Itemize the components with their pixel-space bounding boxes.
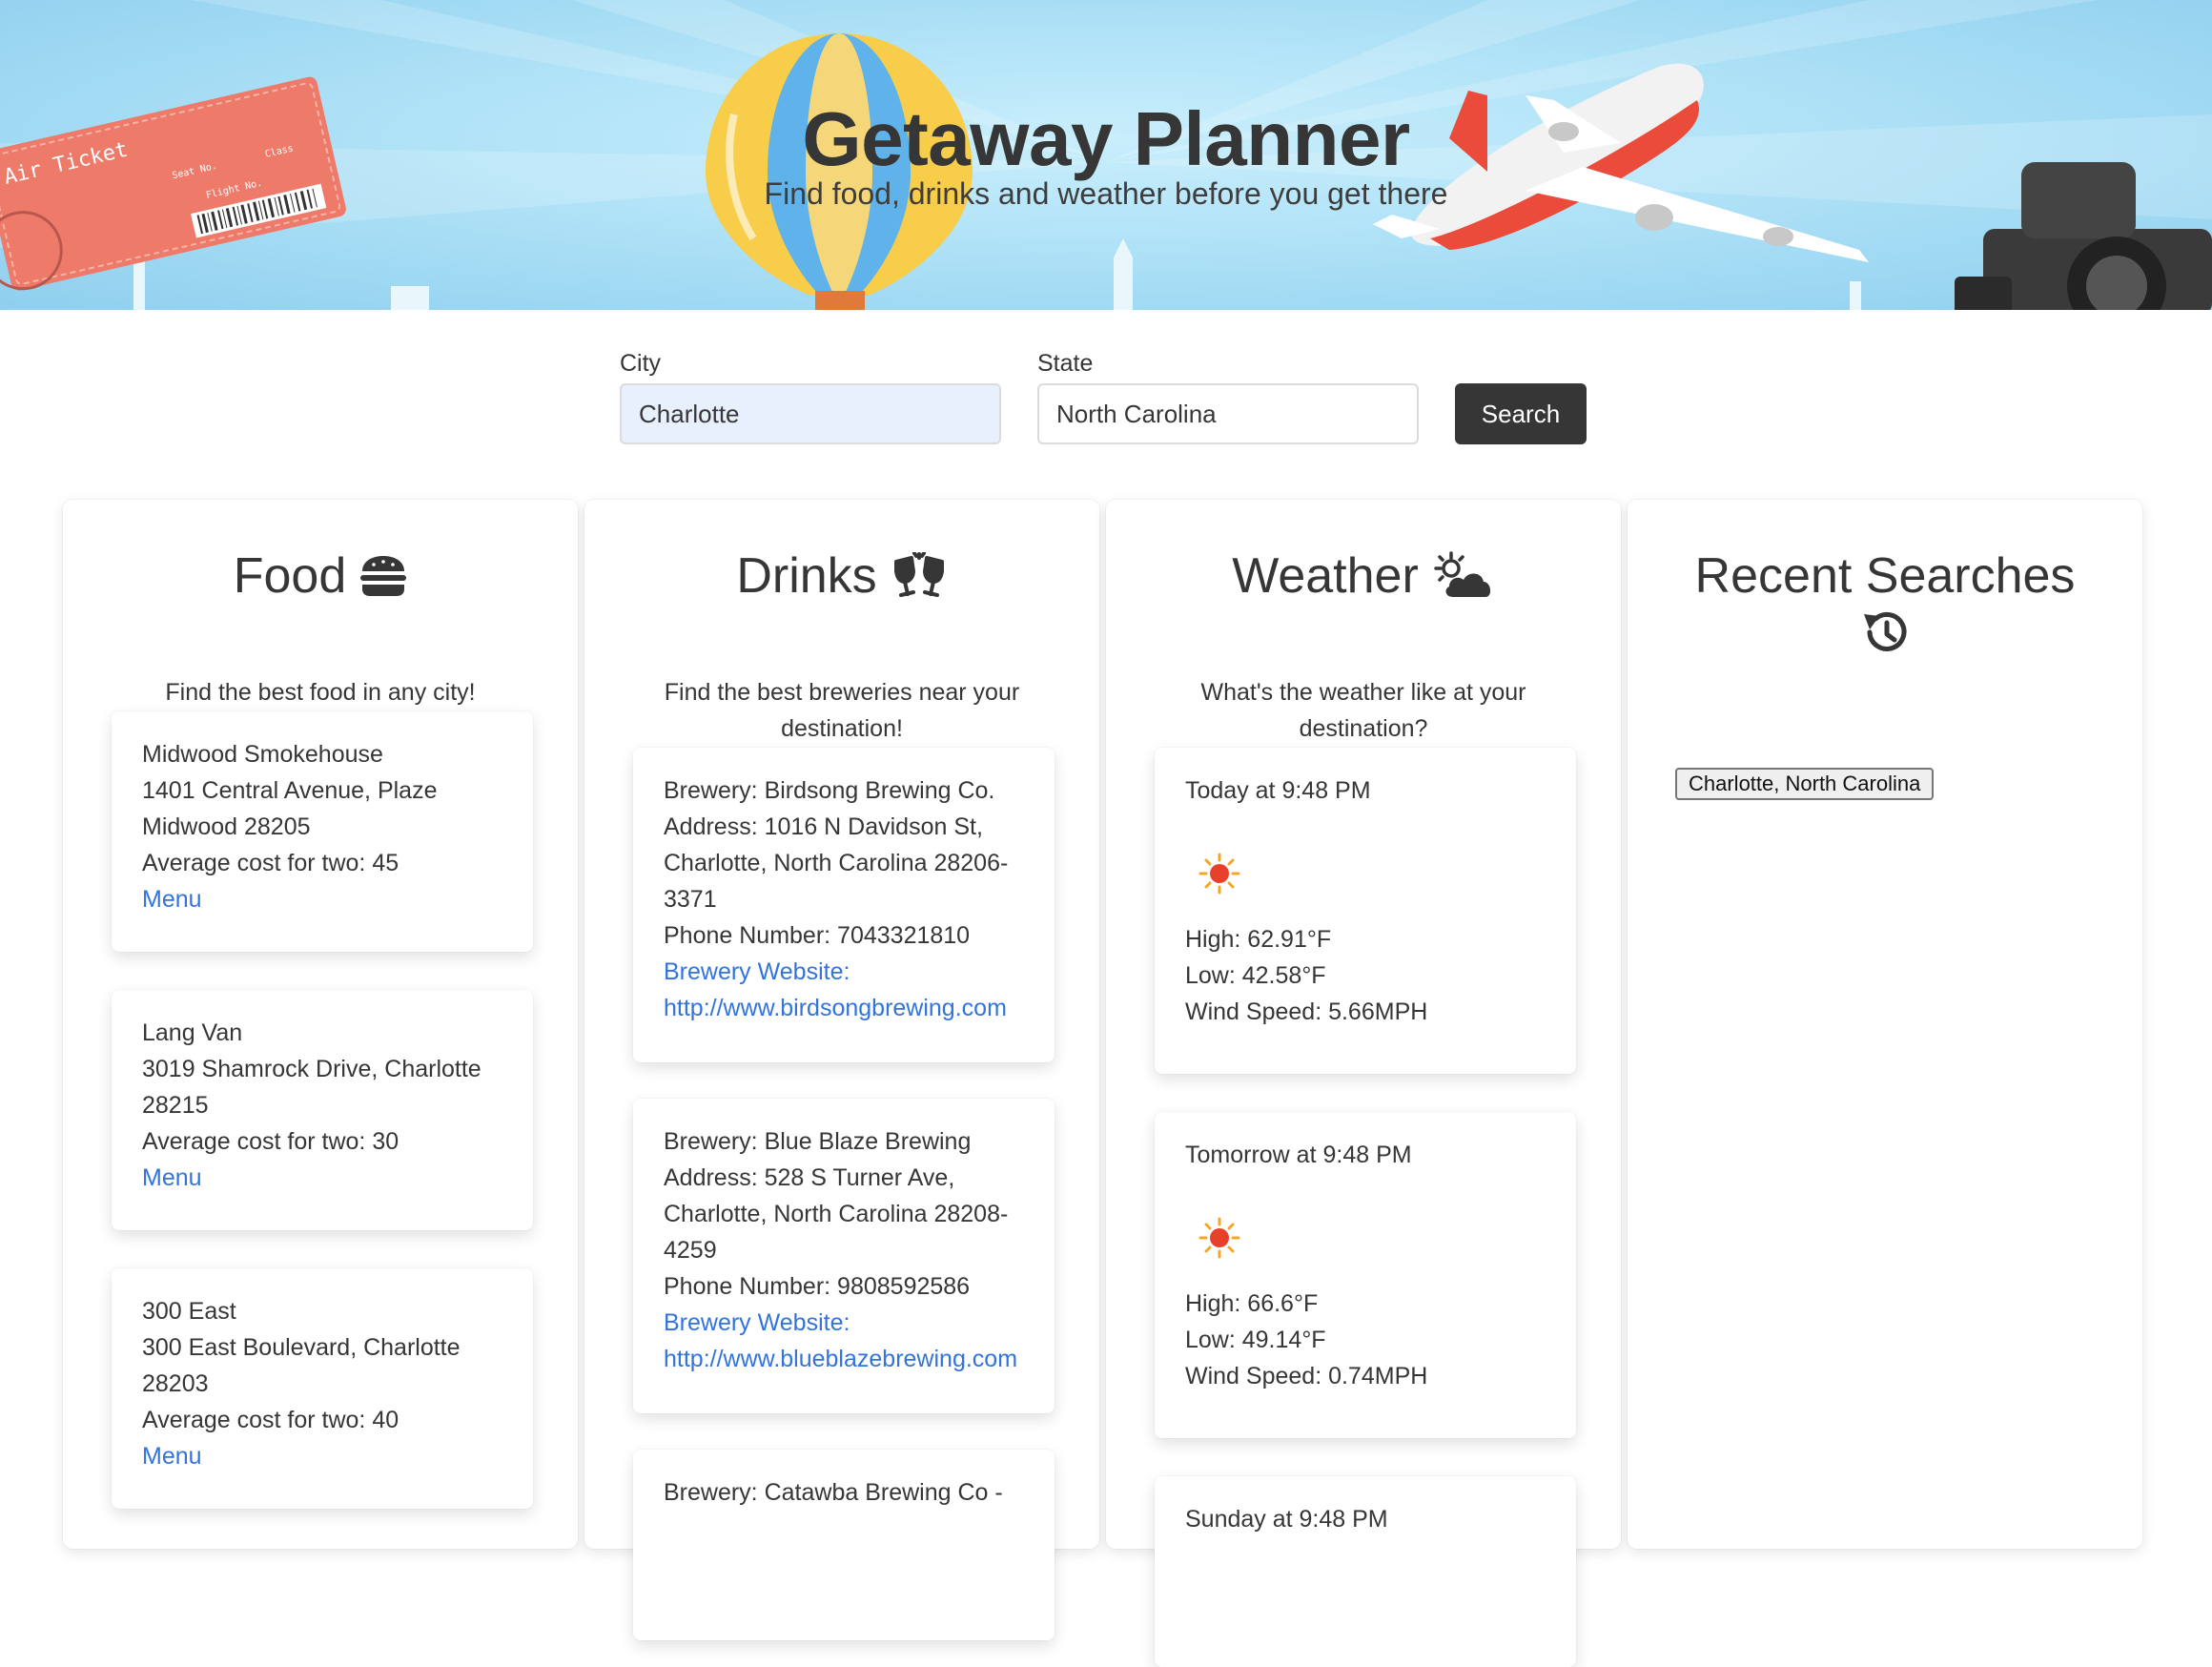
restaurant-name: Lang Van bbox=[142, 1019, 243, 1046]
search-button[interactable]: Search bbox=[1455, 383, 1587, 444]
restaurant-name: Midwood Smokehouse bbox=[142, 741, 383, 768]
brewery-phone: Phone Number: 7043321810 bbox=[664, 922, 971, 949]
food-card: Midwood Smokehouse 1401 Central Avenue, … bbox=[112, 711, 533, 952]
hero-banner: Air Ticket Seat No. Class Flight No. Get… bbox=[0, 0, 2212, 310]
food-card: Lang Van 3019 Shamrock Drive, Charlotte … bbox=[112, 990, 533, 1230]
restaurant-name: 300 East bbox=[142, 1298, 236, 1325]
forecast-high: High: 62.91°F bbox=[1185, 926, 1332, 953]
forecast-wind: Wind Speed: 5.66MPH bbox=[1185, 998, 1428, 1025]
page-title: Getaway Planner bbox=[802, 96, 1410, 181]
restaurant-cost: Average cost for two: 40 bbox=[142, 1407, 399, 1433]
hamburger-icon bbox=[360, 556, 407, 596]
brewery-website-label[interactable]: Brewery Website: bbox=[664, 954, 1024, 990]
weather-card: Sunday at 9:48 PM bbox=[1155, 1476, 1576, 1667]
sun-icon bbox=[1198, 1217, 1240, 1259]
forecast-time: Tomorrow at 9:48 PM bbox=[1185, 1142, 1412, 1168]
brewery-website-link[interactable]: http://www.birdsongbrewing.com bbox=[664, 990, 1024, 1026]
menu-link[interactable]: Menu bbox=[142, 1160, 502, 1196]
weather-heading: Weather bbox=[1106, 547, 1621, 605]
restaurant-address: 300 East Boulevard, Charlotte 28203 bbox=[142, 1334, 461, 1397]
restaurant-cost: Average cost for two: 45 bbox=[142, 850, 399, 876]
brewery-card: Brewery: Birdsong Brewing Co. Address: 1… bbox=[633, 748, 1055, 1062]
forecast-time: Sunday at 9:48 PM bbox=[1185, 1506, 1388, 1533]
drinks-description: Find the best breweries near your destin… bbox=[664, 679, 1020, 742]
cloud-sun-icon bbox=[1434, 551, 1490, 597]
state-input[interactable] bbox=[1037, 383, 1419, 444]
brewery-website-link[interactable]: http://www.blueblazebrewing.com bbox=[664, 1341, 1024, 1377]
forecast-time: Today at 9:48 PM bbox=[1185, 777, 1371, 804]
sun-icon bbox=[1198, 853, 1240, 895]
drinks-heading: Drinks bbox=[584, 547, 1099, 605]
restaurant-address: 1401 Central Avenue, Plaze Midwood 28205 bbox=[142, 777, 438, 840]
brewery-name: Brewery: Birdsong Brewing Co. bbox=[664, 777, 995, 804]
recent-title: Recent Searches bbox=[1694, 548, 2076, 604]
food-title: Food bbox=[233, 548, 347, 604]
history-icon bbox=[1864, 611, 1907, 651]
weather-title: Weather bbox=[1232, 548, 1419, 604]
forecast-low: Low: 49.14°F bbox=[1185, 1327, 1326, 1353]
brewery-website-label[interactable]: Brewery Website: bbox=[664, 1305, 1024, 1341]
brewery-card: Brewery: Blue Blaze Brewing Address: 528… bbox=[633, 1099, 1055, 1413]
forecast-low: Low: 42.58°F bbox=[1185, 962, 1326, 989]
brewery-name: Brewery: Catawba Brewing Co - bbox=[664, 1479, 1003, 1506]
weather-card: Tomorrow at 9:48 PM High: 66.6°F Low: 49… bbox=[1155, 1112, 1576, 1438]
menu-link[interactable]: Menu bbox=[142, 881, 502, 917]
forecast-wind: Wind Speed: 0.74MPH bbox=[1185, 1363, 1428, 1389]
weather-column: Weather What's the weather like at your … bbox=[1106, 500, 1621, 1667]
recent-searches-column: Recent Searches Charlotte, North Carolin… bbox=[1628, 500, 2142, 1549]
weather-card: Today at 9:48 PM High: 62.91°F Low: 42.5… bbox=[1155, 748, 1576, 1074]
restaurant-address: 3019 Shamrock Drive, Charlotte 28215 bbox=[142, 1056, 481, 1119]
glass-cheers-icon bbox=[893, 552, 944, 597]
city-label: City bbox=[620, 350, 662, 377]
food-heading: Food bbox=[63, 547, 578, 605]
recent-search-button[interactable]: Charlotte, North Carolina bbox=[1675, 768, 1935, 800]
page-subtitle: Find food, drinks and weather before you… bbox=[764, 176, 1448, 211]
recent-heading: Recent Searches bbox=[1628, 547, 2142, 656]
brewery-name: Brewery: Blue Blaze Brewing bbox=[664, 1128, 972, 1155]
drinks-column: Drinks Find the best breweries near your… bbox=[584, 500, 1099, 1640]
drinks-title: Drinks bbox=[736, 548, 877, 604]
brewery-address: Address: 528 S Turner Ave, Charlotte, No… bbox=[664, 1164, 1009, 1264]
state-label: State bbox=[1037, 350, 1094, 377]
menu-link[interactable]: Menu bbox=[142, 1438, 502, 1474]
brewery-address: Address: 1016 N Davidson St, Charlotte, … bbox=[664, 813, 1009, 913]
brewery-card: Brewery: Catawba Brewing Co - bbox=[633, 1450, 1055, 1640]
city-input[interactable] bbox=[620, 383, 1001, 444]
brewery-phone: Phone Number: 9808592586 bbox=[664, 1273, 971, 1300]
food-column: Food Find the best food in any city! Mid… bbox=[63, 500, 578, 1549]
food-description: Find the best food in any city! bbox=[165, 679, 476, 706]
weather-description: What's the weather like at your destinat… bbox=[1200, 679, 1526, 742]
restaurant-cost: Average cost for two: 30 bbox=[142, 1128, 399, 1155]
forecast-high: High: 66.6°F bbox=[1185, 1290, 1319, 1317]
food-card: 300 East 300 East Boulevard, Charlotte 2… bbox=[112, 1268, 533, 1509]
